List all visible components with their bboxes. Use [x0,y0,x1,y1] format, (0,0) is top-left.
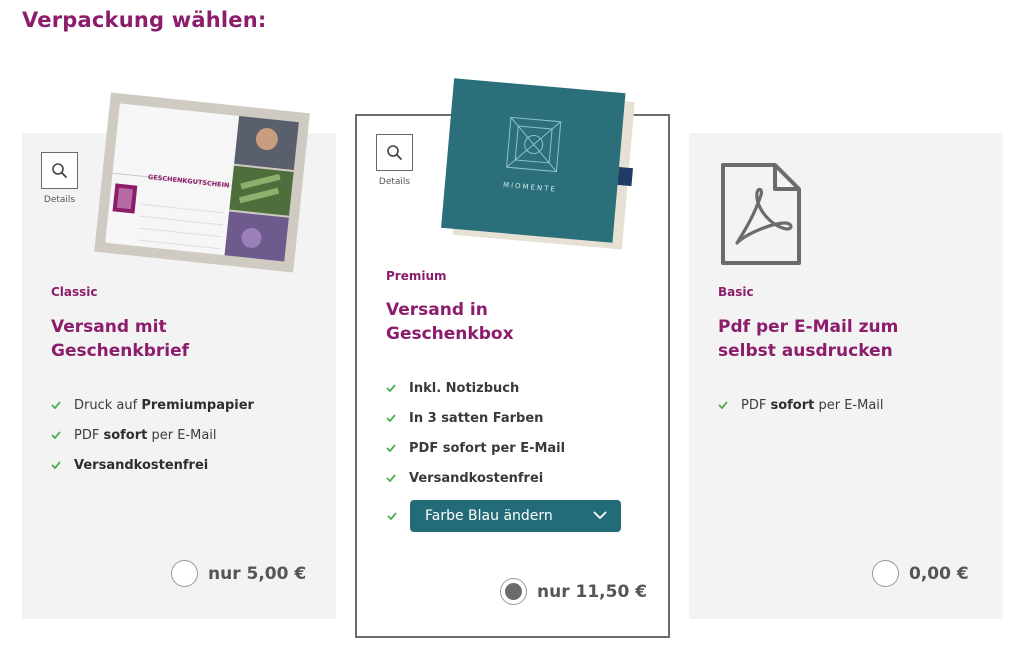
feature-text: In 3 satten Farben [409,410,544,426]
check-icon [386,474,404,482]
option-card-basic[interactable]: Basic Pdf per E-Mail zum selbst ausdruck… [689,133,1003,619]
feature-item: PDF sofort per E-Mail [386,433,565,463]
feature-item: In 3 satten Farben [386,403,565,433]
details-button[interactable]: Details [41,152,78,205]
feature-item: Druck auf Premiumpapier [51,390,254,420]
price-label: 0,00 € [909,563,969,584]
page-title: Verpackung wählen: [22,8,267,32]
feature-strong: sofort [770,397,815,413]
magnifier-icon [52,163,67,178]
zoom-icon-box[interactable] [376,134,413,171]
tier-label: Premium [386,269,447,283]
feature-text: PDF [741,397,771,413]
feature-text: Druck auf [74,397,142,413]
radio-button[interactable] [872,560,899,587]
price-label: nur 11,50 € [537,581,648,602]
gift-box-image: MIOMENTE [441,78,635,250]
tier-label: Classic [51,285,98,299]
check-icon [386,384,404,392]
headline-line-1: Pdf per E-Mail zum [718,317,899,337]
feature-text: Versandkostenfrei [409,470,544,486]
headline-line-2: Geschenkbox [386,324,514,344]
check-icon [51,401,69,409]
details-label: Details [43,195,76,205]
feature-text: per E-Mail [814,397,884,413]
check-icon [718,401,736,409]
feature-text: PDF sofort per E-Mail [409,440,566,456]
feature-text: Inkl. Notizbuch [409,380,520,396]
feature-item: PDF sofort per E-Mail [51,420,254,450]
feature-item: Inkl. Notizbuch [386,373,565,403]
check-icon [51,461,69,469]
check-icon [386,444,404,452]
details-button[interactable]: Details [376,134,413,187]
price-select-classic[interactable]: nur 5,00 € [171,560,306,587]
chevron-down-icon [593,508,607,524]
feature-item: Versandkostenfrei [386,463,565,493]
feature-list: Druck auf Premiumpapier PDF sofort per E… [51,390,254,480]
option-headline: Versand in Geschenkbox [386,298,514,346]
tier-label: Basic [718,285,754,299]
headline-line-1: Versand in [386,300,488,320]
price-select-premium[interactable]: nur 11,50 € [500,578,647,605]
feature-list: Inkl. Notizbuch In 3 satten Farben PDF s… [386,373,565,493]
radio-button[interactable] [171,560,198,587]
headline-line-2: Geschenkbrief [51,341,190,361]
radio-button-selected[interactable] [500,578,527,605]
price-label: nur 5,00 € [208,563,307,584]
feature-strong: sofort [103,427,148,443]
feature-strong: Versandkostenfrei [74,457,209,473]
color-select-label: Farbe Blau ändern [425,508,553,524]
price-select-basic[interactable]: 0,00 € [872,560,969,587]
option-headline: Versand mit Geschenkbrief [51,315,189,363]
option-headline: Pdf per E-Mail zum selbst ausdrucken [718,315,898,363]
check-icon [51,431,69,439]
feature-item: PDF sofort per E-Mail [718,390,884,420]
check-icon [387,505,397,524]
feature-text: per E-Mail [147,427,217,443]
headline-line-1: Versand mit [51,317,167,337]
color-select-dropdown[interactable]: Farbe Blau ändern [410,500,621,532]
pdf-file-icon [721,163,801,265]
magnifier-icon [387,145,402,160]
option-card-classic[interactable]: Details GESCHENKGUTSCHEIN Classic Versan… [22,92,336,619]
headline-line-2: selbst ausdrucken [718,341,893,361]
check-icon [386,414,404,422]
radio-dot [505,583,522,600]
feature-list: PDF sofort per E-Mail [718,390,884,420]
option-card-premium[interactable]: Details MIOMENTE Premium Versand in Gesc… [355,78,670,638]
details-label: Details [378,177,411,187]
feature-strong: Premiumpapier [141,397,254,413]
zoom-icon-box[interactable] [41,152,78,189]
feature-item: Versandkostenfrei [51,450,254,480]
feature-text: PDF [74,427,104,443]
